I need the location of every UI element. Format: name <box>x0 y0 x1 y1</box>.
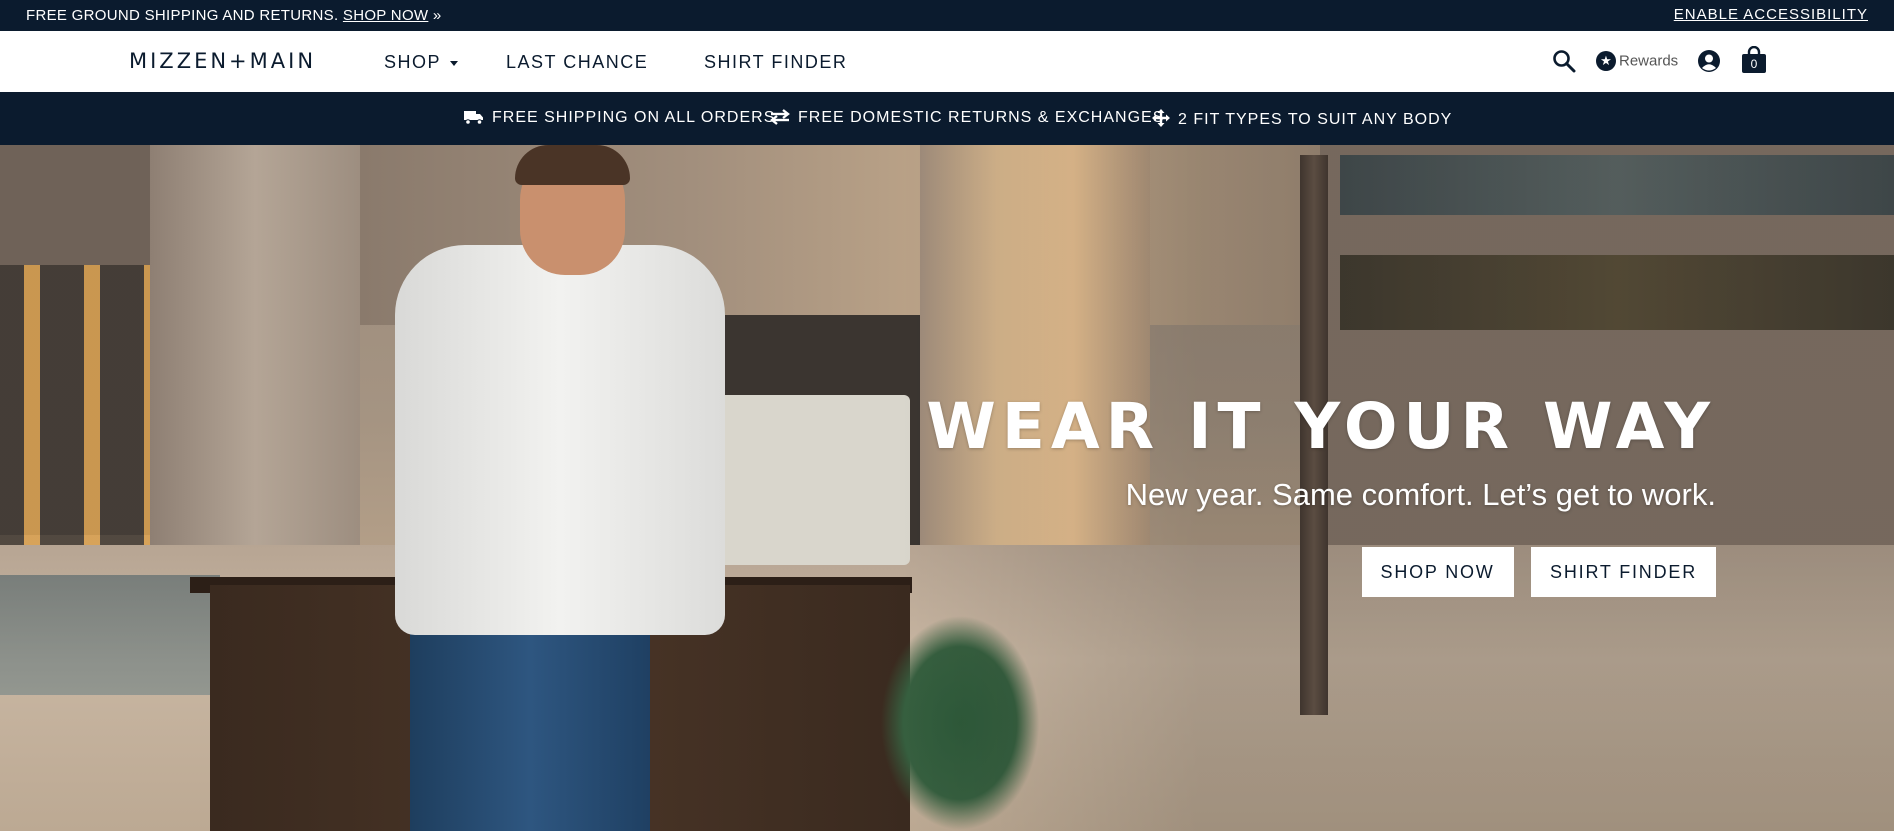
enable-accessibility-link[interactable]: ENABLE ACCESSIBILITY <box>1674 6 1868 23</box>
chevron-down-icon <box>450 60 459 66</box>
promo-shop-now-link[interactable]: SHOP NOW <box>343 7 428 24</box>
cart-button[interactable]: 0 <box>1741 45 1767 79</box>
hero-copy: WEAR IT YOUR WAY New year. Same comfort.… <box>926 391 1716 597</box>
search-icon[interactable] <box>1552 49 1576 78</box>
nav-last-chance[interactable]: LAST CHANCE <box>506 52 648 73</box>
star-icon: ★ <box>1596 51 1616 71</box>
nav-shop[interactable]: SHOP <box>384 52 459 73</box>
move-arrows-icon <box>1152 109 1170 127</box>
rewards-link[interactable]: ★ Rewards <box>1596 51 1678 71</box>
hero-buttons: SHOP NOW SHIRT FINDER <box>926 547 1716 597</box>
shipping-promo: FREE GROUND SHIPPING AND RETURNS. SHOP N… <box>26 7 442 24</box>
truck-icon <box>464 111 483 125</box>
benefit-label: FREE SHIPPING ON ALL ORDERS <box>492 109 776 126</box>
benefit-label: FREE DOMESTIC RETURNS & EXCHANGES <box>798 109 1165 126</box>
promo-arrow: » <box>432 7 442 24</box>
benefit-free-returns: FREE DOMESTIC RETURNS & EXCHANGES <box>770 109 1164 127</box>
announcement-bar: FREE GROUND SHIPPING AND RETURNS. SHOP N… <box>0 0 1894 31</box>
shop-now-button[interactable]: SHOP NOW <box>1361 547 1514 597</box>
hero-banner: WEAR IT YOUR WAY New year. Same comfort.… <box>0 145 1894 831</box>
cart-count: 0 <box>1750 57 1758 71</box>
benefits-bar: FREE SHIPPING ON ALL ORDERS FREE DOMESTI… <box>0 92 1894 145</box>
brand-logo[interactable]: MIZZEN+MAIN <box>129 49 316 73</box>
benefit-free-shipping: FREE SHIPPING ON ALL ORDERS <box>464 109 775 127</box>
nav-shirt-finder[interactable]: SHIRT FINDER <box>704 52 847 73</box>
shirt-finder-button[interactable]: SHIRT FINDER <box>1531 547 1716 597</box>
rewards-label: Rewards <box>1619 52 1679 70</box>
hero-title: WEAR IT YOUR WAY <box>926 390 1716 463</box>
exchange-arrows-icon <box>770 109 790 125</box>
benefit-fit-types: 2 FIT TYPES TO SUIT ANY BODY <box>1152 109 1452 129</box>
nav-shop-label: SHOP <box>384 52 442 72</box>
account-icon[interactable] <box>1698 50 1720 77</box>
promo-text: FREE GROUND SHIPPING AND RETURNS. <box>26 7 339 24</box>
benefit-label: 2 FIT TYPES TO SUIT ANY BODY <box>1178 111 1453 128</box>
hero-subtitle: New year. Same comfort. Let’s get to wor… <box>1125 477 1716 512</box>
main-navigation: MIZZEN+MAIN SHOP LAST CHANCE SHIRT FINDE… <box>0 31 1894 93</box>
